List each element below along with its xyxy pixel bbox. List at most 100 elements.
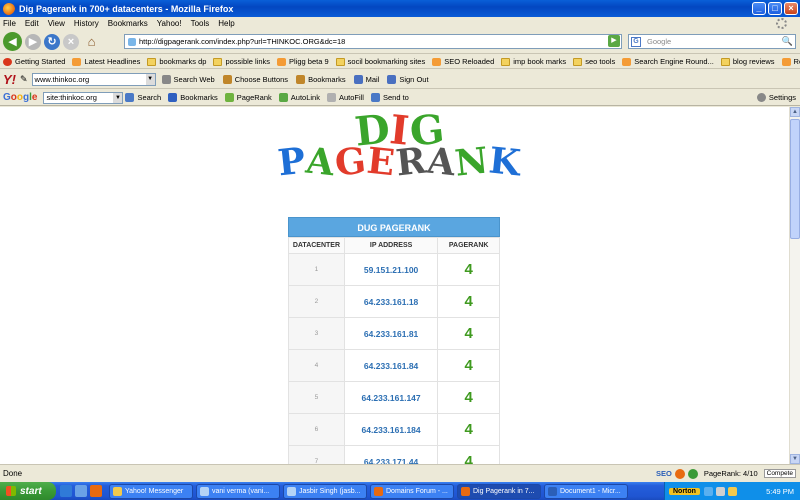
- close-button[interactable]: ×: [784, 2, 798, 15]
- scroll-up-icon[interactable]: ▲: [790, 107, 800, 117]
- taskbar-button[interactable]: Document1 - Micr...: [544, 483, 628, 499]
- minimize-button[interactable]: _: [752, 2, 766, 15]
- toolbar-item-label: AutoFill: [338, 93, 364, 102]
- google-toolbar-item[interactable]: PageRank: [224, 93, 272, 102]
- search-icon[interactable]: 🔍: [782, 36, 793, 47]
- forward-button[interactable]: ▶: [25, 33, 41, 50]
- bookmark-item[interactable]: Latest Headlines: [72, 57, 140, 66]
- menu-help[interactable]: Help: [218, 19, 234, 28]
- taskbar-button[interactable]: Jasbir Singh (jasb...: [283, 483, 367, 499]
- toolbar-item-icon: [125, 93, 135, 102]
- table-row: 3 64.233.161.81 4: [288, 317, 500, 350]
- menu-tools[interactable]: Tools: [191, 19, 210, 28]
- menu-bookmarks[interactable]: Bookmarks: [108, 19, 148, 28]
- google-logo[interactable]: Google: [3, 92, 37, 103]
- yahoo-logo[interactable]: Y!: [3, 72, 16, 87]
- bookmark-item[interactable]: imp book marks: [501, 57, 566, 66]
- logo-letter: G: [333, 139, 370, 185]
- vertical-scrollbar[interactable]: ▲ ▼: [789, 107, 800, 464]
- bookmark-label: possible links: [225, 57, 271, 66]
- bookmark-item[interactable]: Search Engine Round...: [622, 57, 714, 66]
- bookmark-item[interactable]: possible links: [213, 57, 270, 66]
- network-icon[interactable]: [703, 486, 713, 496]
- url-bar[interactable]: http://digpagerank.com/index.php?url=THI…: [124, 34, 622, 49]
- toolbar-item-icon: [387, 74, 397, 84]
- google-toolbar-item[interactable]: AutoLink: [278, 93, 320, 102]
- volume-icon[interactable]: [715, 486, 725, 496]
- yahoo-toolbar-item[interactable]: Sign Out: [387, 74, 429, 84]
- google-engine-icon[interactable]: G: [631, 37, 641, 47]
- ip-address-cell: 64.233.171.44: [343, 445, 439, 464]
- menu-edit[interactable]: Edit: [25, 19, 39, 28]
- yahoo-toolbar-item[interactable]: Choose Buttons: [222, 74, 288, 84]
- bookmark-item[interactable]: Pligg beta 9: [277, 57, 329, 66]
- scroll-down-icon[interactable]: ▼: [790, 454, 800, 464]
- compete-badge[interactable]: Compete: [763, 469, 796, 478]
- home-button[interactable]: ⌂: [82, 32, 101, 51]
- settings-button[interactable]: Settings: [756, 93, 796, 102]
- bookmark-label: seo tools: [585, 57, 616, 66]
- ip-address-cell: 64.233.161.84: [343, 349, 439, 382]
- stop-button[interactable]: ×: [63, 33, 79, 50]
- pencil-icon[interactable]: ✎: [20, 74, 28, 85]
- reload-button[interactable]: ↻: [44, 33, 60, 50]
- desktop-icon[interactable]: [75, 485, 87, 497]
- navigation-toolbar: ◀ ▶ ↻ × ⌂ http://digpagerank.com/index.p…: [0, 30, 800, 54]
- yahoo-toolbar-item[interactable]: Mail: [353, 74, 379, 84]
- maximize-button[interactable]: □: [768, 2, 782, 15]
- dig-pagerank-logo[interactable]: DIG PAGERANK: [240, 107, 560, 187]
- bookmark-item[interactable]: bookmarks dp: [147, 57, 206, 66]
- bookmark-item[interactable]: SEO Reloaded: [432, 57, 494, 66]
- seo-indicator[interactable]: SEO: [656, 468, 698, 479]
- app-icon: [113, 486, 122, 496]
- bookmark-item[interactable]: Getting Started: [3, 57, 65, 66]
- table-row: 5 64.233.161.147 4: [288, 381, 500, 414]
- google-search-input[interactable]: site:thinkoc.org ▼: [43, 91, 124, 104]
- ie-icon[interactable]: [60, 485, 72, 497]
- menu-yahoo[interactable]: Yahoo!: [157, 19, 182, 28]
- taskbar-button-label: Dig Pagerank in 7...: [473, 487, 535, 495]
- folder-icon: [213, 57, 223, 66]
- google-toolbar-item[interactable]: Bookmarks: [168, 93, 218, 102]
- search-box[interactable]: G Google 🔍: [628, 34, 796, 49]
- bookmark-label: SEO Reloaded: [444, 57, 495, 66]
- taskbar-button-label: Yahoo! Messenger: [125, 487, 184, 495]
- google-toolbar-item[interactable]: Send to: [370, 93, 409, 102]
- datacenter-cell: 3: [288, 317, 345, 350]
- firefox-icon[interactable]: [90, 485, 102, 497]
- bookmark-item[interactable]: socil bookmarking sites: [335, 57, 425, 66]
- taskbar-button[interactable]: Dig Pagerank in 7...: [457, 483, 541, 499]
- google-toolbar: Google site:thinkoc.org ▼ Search Bookmark…: [0, 90, 800, 106]
- taskbar-button[interactable]: Domains Forum - ...: [370, 483, 454, 499]
- status-text: Done: [3, 469, 23, 478]
- seo-icon: [674, 468, 685, 479]
- back-button[interactable]: ◀: [3, 32, 22, 51]
- site-favicon-icon: [128, 38, 136, 46]
- taskbar-button[interactable]: vani verma (vani...: [196, 483, 280, 499]
- go-button[interactable]: ▶: [608, 35, 620, 47]
- bookmark-item[interactable]: ReviewMe Blog: [781, 57, 800, 66]
- menu-file[interactable]: File: [3, 19, 16, 28]
- header-ip-address: IP ADDRESS: [343, 237, 439, 254]
- menu-history[interactable]: History: [74, 19, 99, 28]
- google-toolbar-item[interactable]: AutoFill: [326, 93, 364, 102]
- google-toolbar-item[interactable]: Search: [125, 93, 161, 102]
- taskbar-button[interactable]: Yahoo! Messenger: [109, 483, 193, 499]
- bookmark-item[interactable]: blog reviews: [720, 57, 775, 66]
- bookmark-label: blog reviews: [732, 57, 775, 66]
- bookmark-item[interactable]: seo tools: [573, 57, 615, 66]
- folder-icon: [573, 57, 583, 66]
- messenger-icon[interactable]: [727, 486, 737, 496]
- norton-button[interactable]: Norton: [669, 487, 700, 495]
- scroll-thumb[interactable]: [790, 119, 800, 239]
- yahoo-search-input[interactable]: www.thinkoc.org ▼: [31, 72, 156, 86]
- yahoo-toolbar-item[interactable]: Search Web: [161, 74, 215, 84]
- menu-view[interactable]: View: [48, 19, 65, 28]
- pagerank-indicator[interactable]: PageRank: 4/10: [704, 469, 758, 478]
- pagerank-cell: 4: [437, 413, 500, 446]
- toolbar-item-label: Sign Out: [399, 74, 429, 84]
- chevron-down-icon[interactable]: ▼: [113, 92, 123, 103]
- start-button[interactable]: start: [0, 482, 56, 500]
- yahoo-toolbar-item[interactable]: Bookmarks: [296, 74, 346, 84]
- chevron-down-icon[interactable]: ▼: [145, 73, 155, 85]
